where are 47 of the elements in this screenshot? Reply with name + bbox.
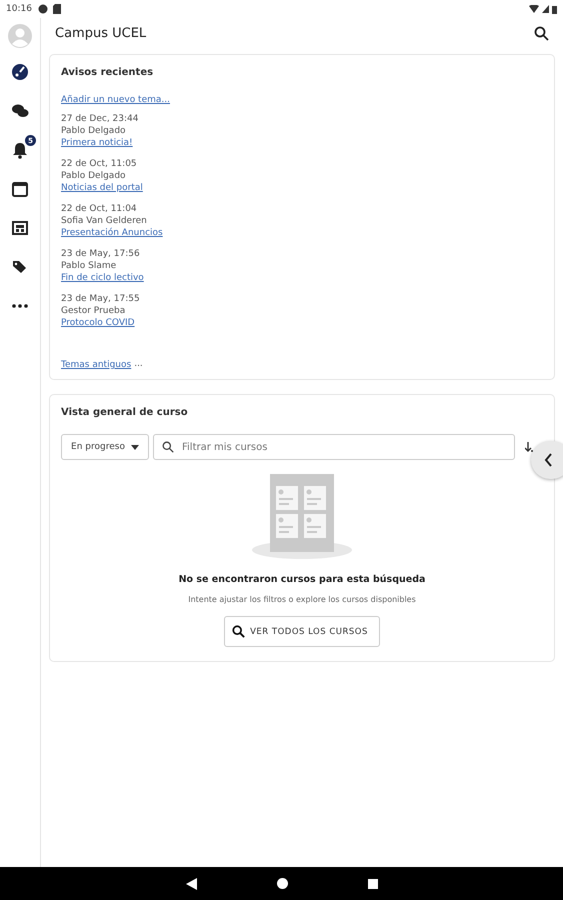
post-date: 23 de May, 17:55 (61, 294, 141, 306)
post-author: Pablo Delgado (61, 126, 127, 137)
post-link[interactable]: Noticias del portal (61, 182, 143, 194)
empty-state-title: No se encontraron cursos para esta búsqueda (178, 574, 426, 585)
post-link[interactable]: Presentación Anuncios (61, 227, 163, 239)
app-title: Campus UCEL (55, 26, 146, 40)
post-author: Sofia Van Gelderen (61, 216, 148, 227)
caret-icon (130, 444, 139, 450)
search-icon (162, 441, 174, 453)
search-field[interactable]: Filtrar mis cursos (153, 434, 515, 460)
chevron-left-icon (544, 453, 553, 467)
drawer-toggle-button[interactable] (531, 441, 563, 479)
newspaper-icon[interactable] (11, 219, 29, 237)
older-topics-link[interactable]: Temas antiguos (61, 359, 132, 371)
back-icon[interactable] (186, 878, 196, 890)
post-date: 22 de Oct, 11:04 (61, 204, 138, 216)
bell-icon[interactable] (11, 141, 29, 159)
post-author: Pablo Delgado (61, 170, 127, 182)
search-icon (232, 625, 246, 638)
home-icon[interactable] (276, 878, 288, 889)
search-icon[interactable] (534, 26, 549, 40)
post-date: 23 de May, 17:56 (61, 249, 141, 260)
ellipsis-text: ... (134, 359, 143, 371)
tags-icon[interactable] (11, 258, 29, 276)
post-link[interactable]: Fin de ciclo lectivo (61, 272, 144, 284)
status-dropdown[interactable]: En progreso (61, 434, 149, 460)
sort-icon[interactable] (525, 442, 533, 452)
post-link[interactable]: Primera noticia! (61, 137, 133, 149)
card-title: Avisos recientes (61, 67, 154, 78)
calendar-icon[interactable] (11, 180, 29, 198)
post-author: Pablo Slame (61, 260, 118, 272)
sd-card-icon (52, 4, 61, 14)
signal-icon (542, 5, 549, 13)
view-all-courses-button[interactable]: VER TODOS LOS CURSOS (224, 616, 380, 647)
wifi-icon (529, 5, 539, 13)
dashboard-icon[interactable] (11, 63, 29, 81)
post-date: 27 de Dec, 23:44 (61, 114, 140, 126)
post-link[interactable]: Protocolo COVID (61, 317, 135, 329)
battery-icon (552, 4, 557, 14)
post-date: 22 de Oct, 11:05 (61, 159, 138, 170)
empty-state-hint: Intente ajustar los filtros o explore los cursos disponibles (188, 595, 416, 604)
recents-icon[interactable] (368, 878, 378, 888)
post-author: Gestor Prueba (61, 306, 126, 317)
chat-bubbles-icon[interactable] (11, 102, 29, 120)
add-topic-link[interactable]: Añadir un nuevo tema... (61, 94, 170, 106)
card-title: Vista general de curso (61, 407, 189, 418)
status-time: 10:16 (6, 4, 32, 14)
